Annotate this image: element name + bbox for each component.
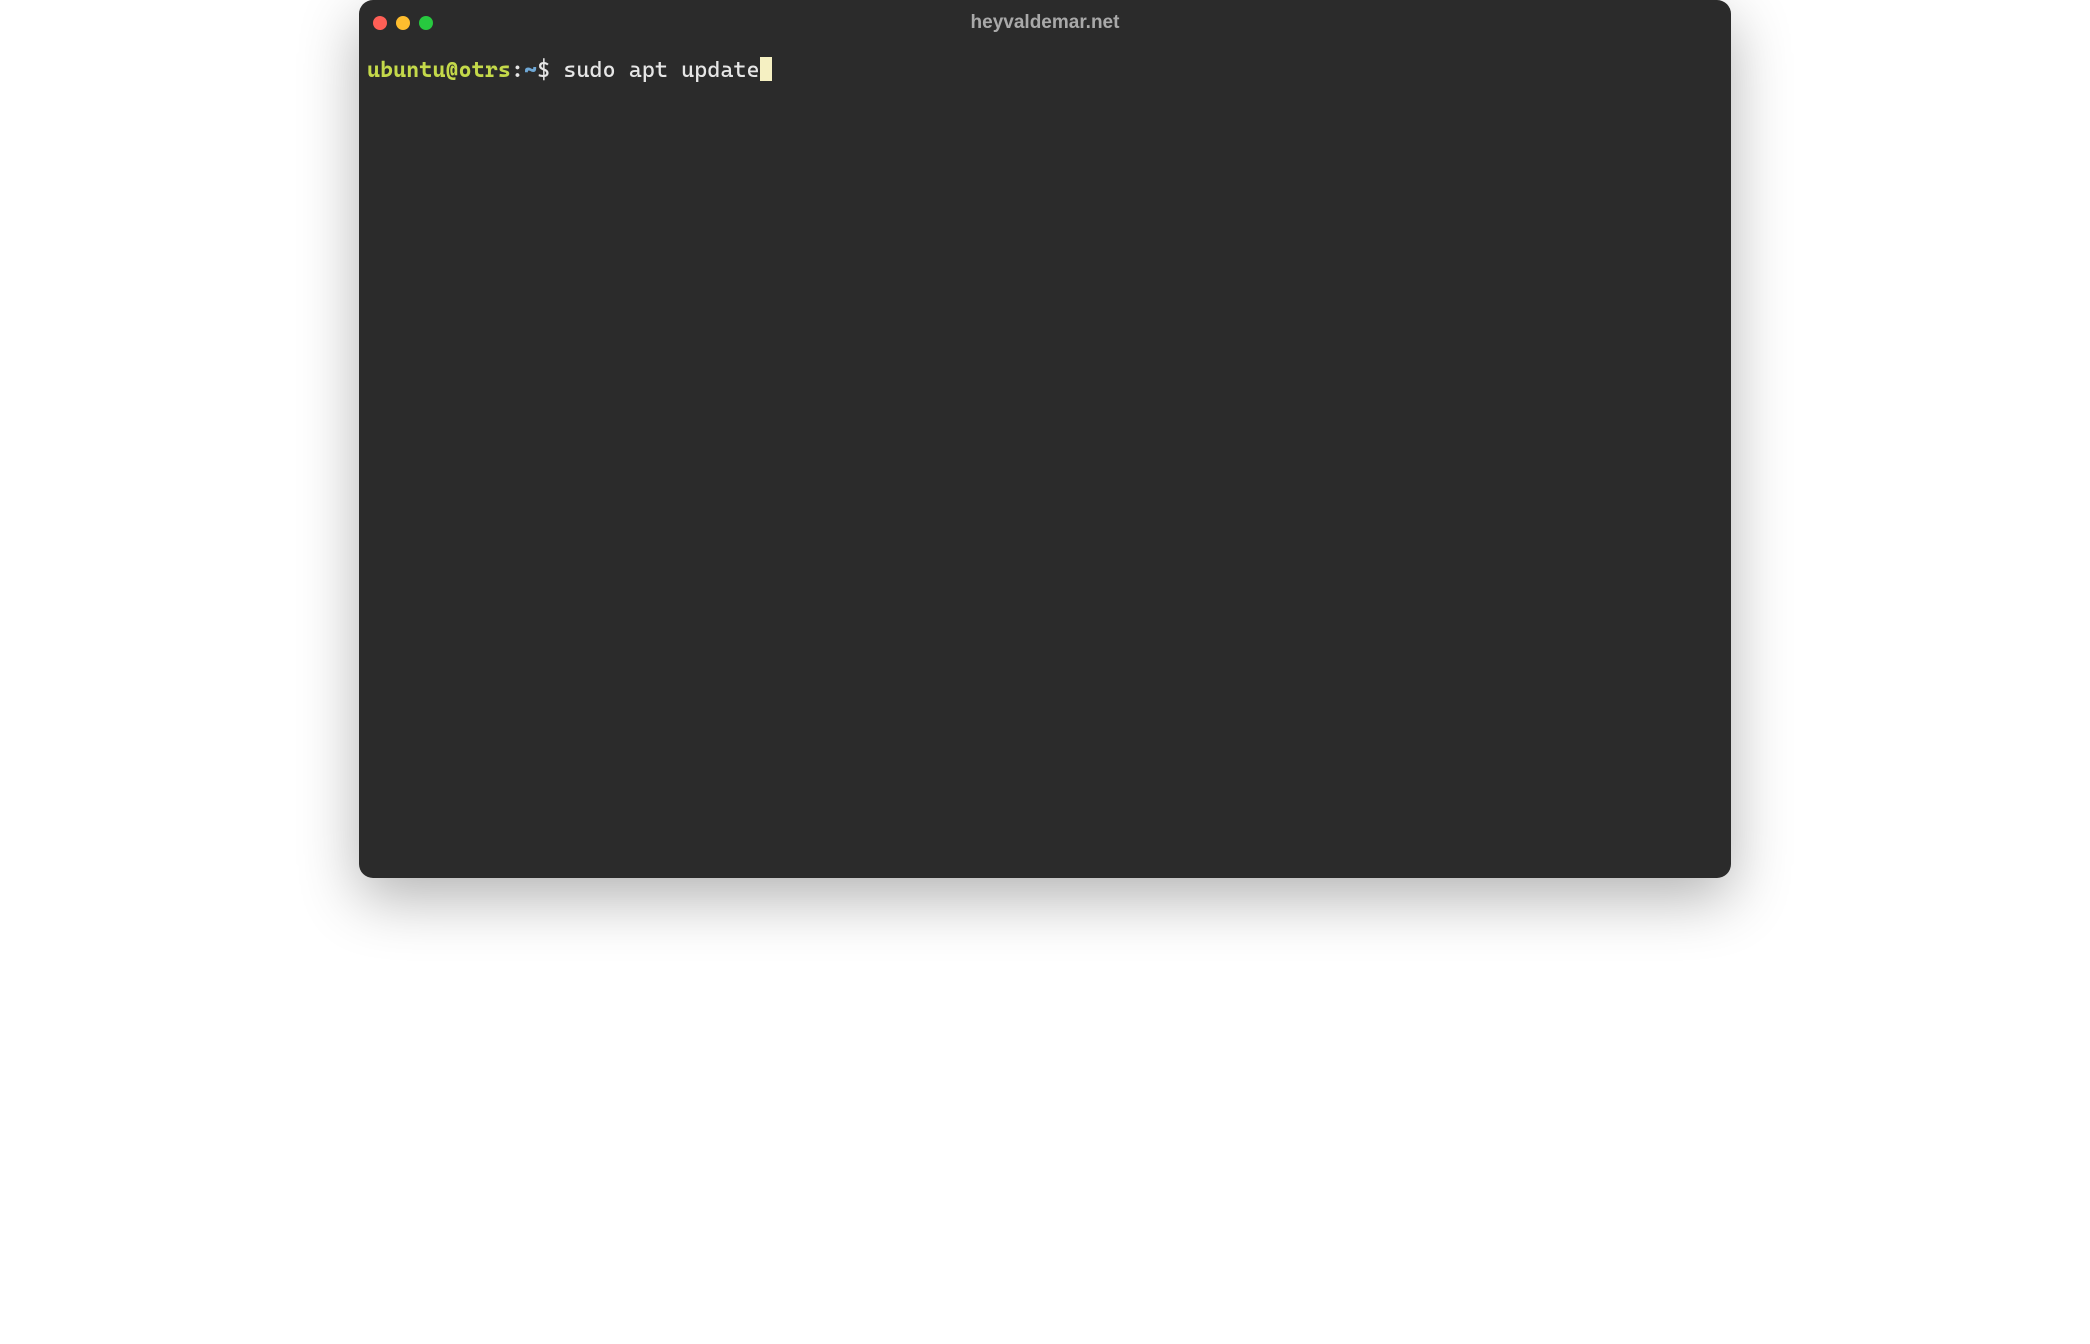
titlebar: heyvaldemar.net [359,0,1731,46]
terminal-window: heyvaldemar.net ubuntu@otrs:~$ sudo apt … [359,0,1731,878]
close-icon[interactable] [373,16,387,30]
prompt-cwd: ~ [524,58,537,83]
maximize-icon[interactable] [419,16,433,30]
terminal-body[interactable]: ubuntu@otrs:~$ sudo apt update [359,46,1731,96]
prompt-symbol: $ [537,58,563,83]
minimize-icon[interactable] [396,16,410,30]
command-text: sudo apt update [563,58,759,83]
prompt-line: ubuntu@otrs:~$ [367,58,563,83]
window-title: heyvaldemar.net [971,12,1120,34]
traffic-lights [373,16,433,30]
cursor-icon [760,57,772,81]
prompt-user-host: ubuntu@otrs [367,58,511,83]
prompt-separator: : [511,58,524,83]
